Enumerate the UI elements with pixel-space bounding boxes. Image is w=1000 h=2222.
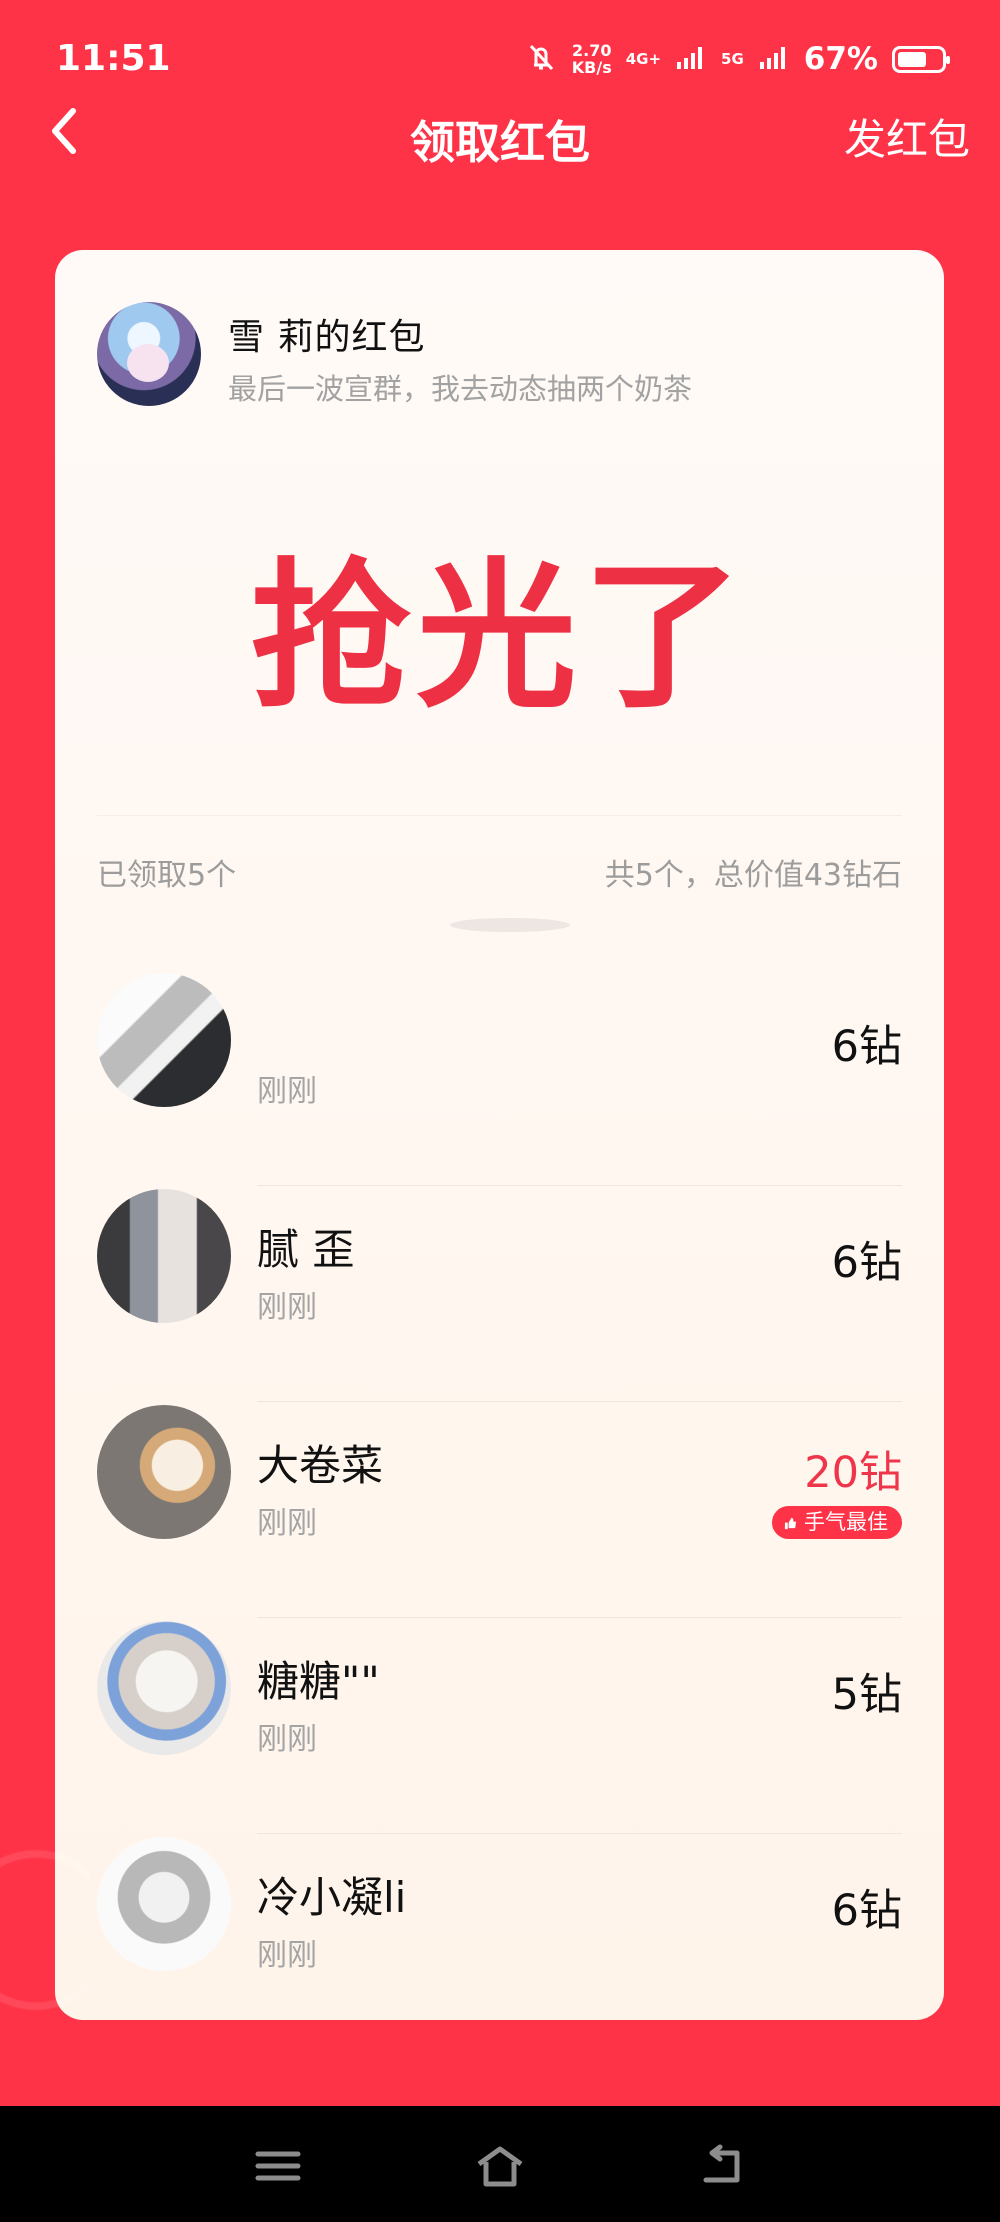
list-item[interactable]: 刚刚 6钻 — [97, 970, 902, 1186]
claim-list: 刚刚 6钻 腻 歪 刚刚 6钻 大卷菜 刚刚 20钻 手气最佳 糖糖"" 刚刚 … — [97, 970, 902, 2020]
claimer-name: 糖糖"" — [257, 1657, 380, 1706]
signal-icon — [675, 43, 707, 75]
return-icon[interactable] — [694, 2142, 750, 2190]
claimer-name: 腻 歪 — [257, 1225, 355, 1274]
status-bar: 11:51 2.70 KB/s 4G+ 5G 67% — [0, 0, 1000, 100]
status-icons: 2.70 KB/s 4G+ 5G 67% — [524, 34, 950, 84]
claim-time: 刚刚 — [257, 1722, 317, 1757]
red-packet-status: 抢光了 — [250, 543, 749, 730]
list-item[interactable]: 腻 歪 刚刚 6钻 — [97, 1186, 902, 1402]
list-item[interactable]: 糖糖"" 刚刚 5钻 — [97, 1618, 902, 1834]
total-value: 共5个，总价值43钻石 — [604, 858, 902, 893]
claim-amount: 6钻 — [831, 1886, 902, 1936]
menu-icon[interactable] — [250, 2142, 306, 2190]
thumb-up-icon — [784, 1517, 797, 1530]
avatar — [97, 1189, 231, 1323]
avatar — [97, 1621, 231, 1755]
list-shadow — [450, 918, 570, 932]
battery-icon — [892, 45, 950, 73]
emoji-name-image — [262, 977, 362, 1051]
battery-percentage: 67% — [803, 41, 878, 77]
red-packet-detail-card: 雪 莉的红包 最后一波宣群，我去动态抽两个奶茶 抢光了 已领取5个 共5个，总价… — [55, 250, 944, 2020]
sender-info: 雪 莉的红包 最后一波宣群，我去动态抽两个奶茶 — [97, 302, 917, 414]
background-pattern — [0, 1810, 90, 2110]
claim-time: 刚刚 — [257, 1938, 317, 1973]
home-icon[interactable] — [472, 2142, 528, 2190]
list-item[interactable]: 冷小凝li 刚刚 6钻 — [97, 1834, 902, 2020]
list-item[interactable]: 大卷菜 刚刚 20钻 手气最佳 — [97, 1402, 902, 1618]
top-navigation: 领取红包 发红包 — [0, 98, 1000, 174]
system-navigation-bar — [0, 2106, 1000, 2222]
best-luck-badge: 手气最佳 — [772, 1506, 902, 1539]
network-speed: 2.70 KB/s — [571, 41, 612, 77]
status-time: 11:51 — [56, 38, 171, 79]
claimed-count: 已领取5个 — [97, 858, 237, 893]
claim-amount: 6钻 — [831, 1022, 902, 1072]
claimer-name: 大卷菜 — [257, 1441, 384, 1490]
claim-time: 刚刚 — [257, 1290, 317, 1325]
claim-time: 刚刚 — [257, 1074, 317, 1109]
claim-amount: 6钻 — [831, 1238, 902, 1288]
sender-message: 最后一波宣群，我去动态抽两个奶茶 — [228, 372, 693, 406]
send-red-packet-button[interactable]: 发红包 — [844, 106, 970, 167]
network-4g-label: 4G+ — [625, 50, 662, 68]
claim-amount: 5钻 — [831, 1670, 902, 1720]
sender-name: 雪 莉的红包 — [228, 317, 426, 358]
summary-divider — [97, 815, 902, 816]
avatar — [97, 1837, 231, 1971]
avatar — [97, 973, 231, 1107]
claimer-name: 冷小凝li — [257, 1873, 407, 1922]
battery-level — [898, 51, 926, 67]
claim-summary: 已领取5个 共5个，总价值43钻石 — [97, 850, 902, 910]
best-claim-amount: 20钻 — [804, 1448, 902, 1498]
sender-avatar — [97, 302, 201, 406]
mute-icon — [524, 40, 558, 78]
claim-time: 刚刚 — [257, 1506, 317, 1541]
avatar — [97, 1405, 231, 1539]
signal-icon — [758, 43, 790, 75]
network-5g-label: 5G — [721, 50, 744, 68]
